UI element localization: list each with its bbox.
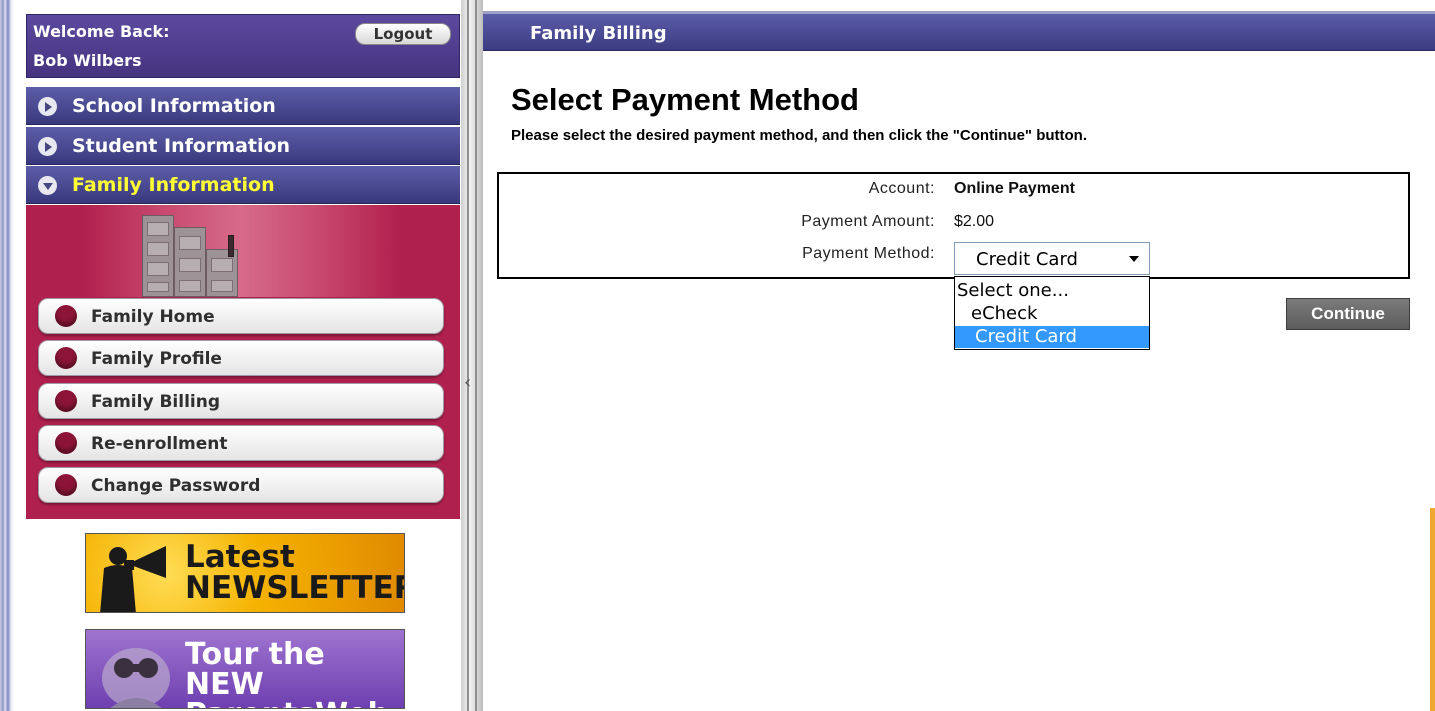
- continue-button[interactable]: Continue: [1286, 298, 1410, 330]
- menu-item-label: Family Billing: [91, 392, 220, 412]
- tour-parentsweb-banner[interactable]: Tour the NEW ParentsWeb: [85, 629, 405, 709]
- option-credit-card[interactable]: Credit Card: [955, 326, 1149, 348]
- bullet-icon: [50, 385, 82, 417]
- option-select-one[interactable]: Select one...: [955, 280, 1149, 302]
- collapse-arrow-icon: [38, 176, 57, 195]
- user-name: Bob Wilbers: [33, 51, 142, 70]
- main-header-title: Family Billing: [530, 23, 667, 44]
- bullet-icon: [50, 427, 82, 459]
- payment-amount-value: $2.00: [954, 213, 995, 230]
- promo-line: NEWSLETTER: [185, 570, 405, 606]
- sidebar: Welcome Back: Bob Wilbers Logout School …: [26, 0, 460, 711]
- payment-method-selected: Credit Card: [976, 249, 1078, 270]
- account-value: Online Payment: [954, 180, 1075, 197]
- page-title: Select Payment Method: [511, 82, 859, 117]
- menu-item-family-billing[interactable]: Family Billing: [38, 383, 444, 419]
- page-instructions: Please select the desired payment method…: [511, 127, 1087, 144]
- nav-label: Student Information: [72, 135, 291, 157]
- menu-item-label: Re-enrollment: [91, 434, 228, 454]
- welcome-label: Welcome Back:: [33, 22, 170, 41]
- expand-arrow-icon: [38, 97, 57, 116]
- promo-line: Tour the NEW: [185, 637, 325, 702]
- binoculars-person-icon: [102, 648, 170, 708]
- sidebar-splitter[interactable]: ‹: [461, 0, 483, 711]
- bullet-icon: [50, 300, 82, 332]
- nav-family-information[interactable]: Family Information: [26, 166, 460, 204]
- collapse-sidebar-icon[interactable]: ‹: [464, 372, 471, 393]
- nav-student-information[interactable]: Student Information: [26, 127, 460, 165]
- nav-school-information[interactable]: School Information: [26, 87, 460, 125]
- tour-text: Tour the NEW ParentsWeb: [185, 640, 404, 709]
- expand-arrow-icon: [38, 137, 57, 156]
- bullet-icon: [50, 469, 82, 501]
- menu-item-change-password[interactable]: Change Password: [38, 467, 444, 503]
- promo-line: ParentsWeb: [185, 700, 404, 709]
- account-label: Account:: [868, 180, 935, 197]
- menu-item-family-profile[interactable]: Family Profile: [38, 340, 444, 376]
- dropdown-arrow-icon: [1129, 256, 1139, 262]
- menu-item-label: Family Profile: [91, 349, 222, 369]
- logout-button[interactable]: Logout: [355, 23, 451, 45]
- bullet-icon: [50, 342, 82, 374]
- promo-line: Latest: [185, 539, 295, 575]
- menu-item-label: Change Password: [91, 476, 261, 496]
- filing-cabinet-image: [82, 205, 400, 297]
- payment-amount-label: Payment Amount:: [801, 213, 935, 230]
- payment-method-label: Payment Method:: [802, 245, 935, 262]
- payment-method-select[interactable]: Credit Card: [954, 242, 1150, 275]
- top-border: [483, 0, 1435, 14]
- payment-method-options: Select one... eCheck Credit Card: [954, 276, 1150, 350]
- menu-item-label: Family Home: [91, 307, 215, 327]
- newsletter-text: Latest NEWSLETTER: [185, 539, 405, 606]
- family-submenu-panel: Family Home Family Profile Family Billin…: [26, 205, 460, 519]
- main-header-bar: Family Billing: [483, 14, 1435, 51]
- welcome-panel: Welcome Back: Bob Wilbers Logout: [26, 14, 460, 78]
- megaphone-person-icon: [100, 546, 166, 612]
- menu-item-family-home[interactable]: Family Home: [38, 298, 444, 334]
- nav-label: Family Information: [72, 174, 275, 196]
- window-edge: [0, 0, 14, 711]
- menu-item-re-enrollment[interactable]: Re-enrollment: [38, 425, 444, 461]
- right-edge-accent: [1430, 508, 1435, 711]
- nav-label: School Information: [72, 95, 276, 117]
- latest-newsletter-banner[interactable]: Latest NEWSLETTER: [85, 533, 405, 613]
- option-echeck[interactable]: eCheck: [955, 303, 1149, 325]
